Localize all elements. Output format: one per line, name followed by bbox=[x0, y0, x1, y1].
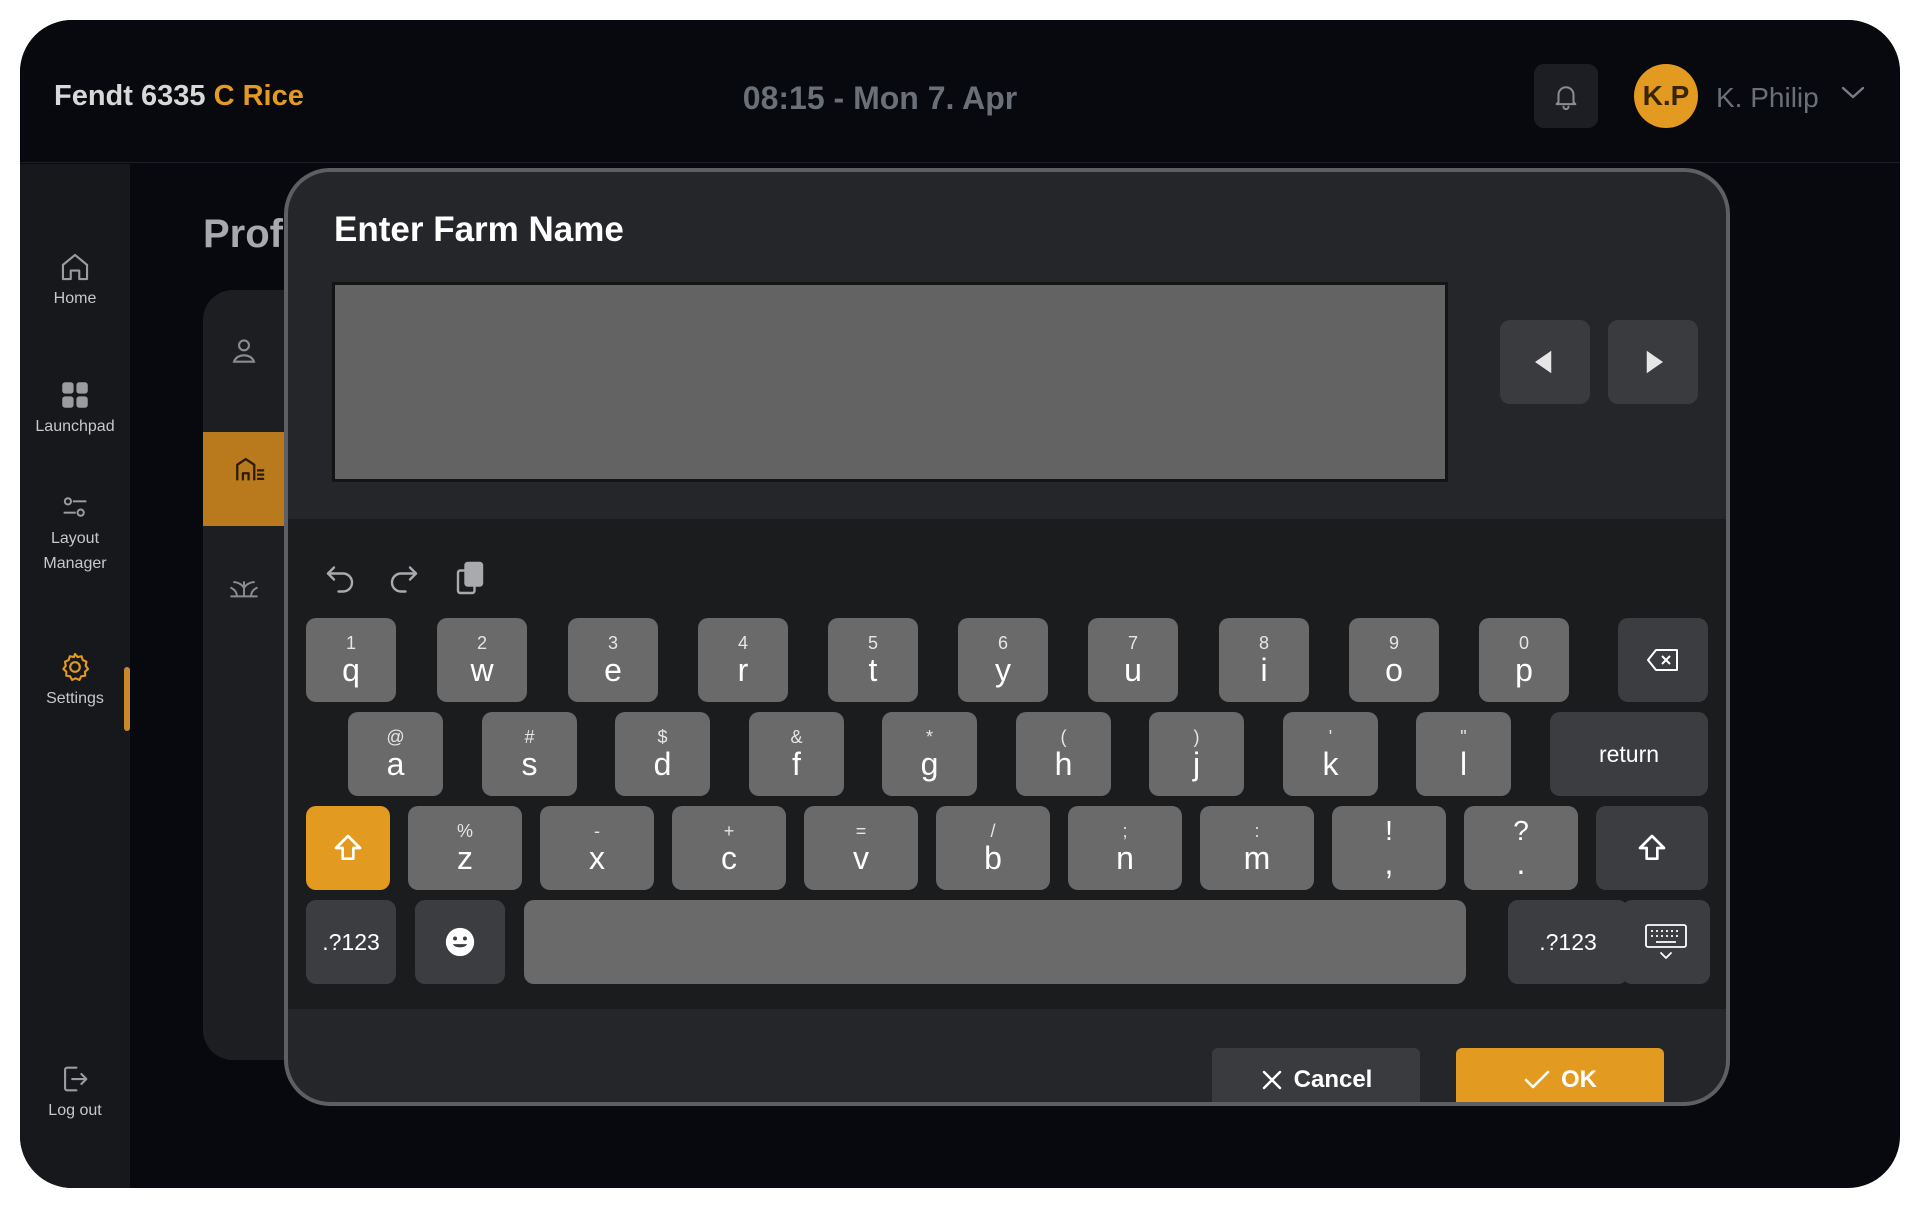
cancel-label: Cancel bbox=[1293, 1066, 1373, 1093]
farm-name-dialog: Enter Farm Name 1q 2w 3e 4r 5t 6y 7u 8i … bbox=[284, 168, 1730, 1106]
user-icon bbox=[232, 339, 256, 363]
gear-icon bbox=[62, 652, 90, 681]
shift-icon bbox=[1638, 834, 1666, 860]
sidebar-item-home[interactable]: Home bbox=[20, 250, 130, 311]
sliders-icon bbox=[63, 497, 87, 517]
key-k[interactable]: ' k bbox=[1283, 712, 1378, 796]
smiley-icon bbox=[445, 927, 475, 957]
key-g[interactable]: * g bbox=[882, 712, 977, 796]
sidebar-item-label: Layout Manager bbox=[43, 530, 107, 572]
key-p[interactable]: 0p bbox=[1479, 618, 1569, 702]
return-key[interactable]: return bbox=[1550, 712, 1708, 796]
keyboard-hide-icon bbox=[1645, 924, 1687, 959]
page-title: Prof bbox=[203, 212, 283, 256]
key-c[interactable]: + c bbox=[672, 806, 786, 890]
datetime-display: 08:15 - Mon 7. Apr bbox=[742, 80, 1018, 116]
space-key[interactable] bbox=[524, 900, 1466, 984]
key-a[interactable]: @ a bbox=[348, 712, 443, 796]
key-h[interactable]: (h bbox=[1016, 712, 1111, 796]
top-bar: Fendt 6335 C Rice 08:15 - Mon 7. Apr K.P… bbox=[20, 20, 1900, 163]
user-name[interactable]: K. Philip bbox=[1716, 82, 1819, 114]
key-r[interactable]: 4r bbox=[698, 618, 788, 702]
key-s[interactable]: # s bbox=[482, 712, 577, 796]
grid-icon bbox=[62, 382, 88, 408]
shift-key-left[interactable] bbox=[306, 806, 390, 890]
key-j[interactable]: ) j bbox=[1149, 712, 1244, 796]
sidebar-item-settings[interactable]: Settings bbox=[20, 650, 130, 711]
key-u[interactable]: 7u bbox=[1088, 618, 1178, 702]
key-z[interactable]: % z bbox=[408, 806, 522, 890]
triangle-left-icon bbox=[1535, 350, 1552, 374]
notifications-button[interactable] bbox=[1534, 64, 1598, 128]
key-v[interactable]: = v bbox=[804, 806, 918, 890]
sidebar: Home Launchpad Layout Manager Settings L… bbox=[20, 164, 130, 1188]
cancel-button[interactable]: Cancel bbox=[1212, 1048, 1420, 1102]
key-e[interactable]: 3e bbox=[568, 618, 658, 702]
backspace-icon bbox=[1647, 649, 1678, 671]
backspace-key[interactable] bbox=[1618, 618, 1708, 702]
farm-name-input[interactable] bbox=[332, 282, 1448, 482]
symbols-key-left[interactable]: .?123 bbox=[306, 900, 396, 984]
key-f[interactable]: & f bbox=[749, 712, 844, 796]
key-d[interactable]: $ d bbox=[615, 712, 710, 796]
close-icon bbox=[1262, 1070, 1281, 1090]
sidebar-item-label: Launchpad bbox=[35, 418, 115, 435]
sidebar-item-layout-manager[interactable]: Layout Manager bbox=[20, 490, 130, 576]
key-comma[interactable]: !, bbox=[1332, 806, 1446, 890]
cursor-right-button[interactable] bbox=[1608, 320, 1698, 404]
sidebar-item-logout[interactable]: Log out bbox=[20, 1062, 130, 1123]
dialog-title: Enter Farm Name bbox=[334, 210, 624, 249]
symbols-key-right[interactable]: .?123 bbox=[1508, 900, 1628, 984]
home-icon bbox=[61, 253, 89, 281]
bell-icon bbox=[1555, 86, 1577, 111]
undo-icon[interactable] bbox=[322, 560, 358, 596]
active-indicator bbox=[124, 667, 130, 731]
key-l[interactable]: " l bbox=[1416, 712, 1511, 796]
triangle-right-icon bbox=[1646, 350, 1663, 374]
ok-button[interactable]: OK bbox=[1456, 1048, 1664, 1102]
crop-icon bbox=[230, 581, 258, 598]
key-o[interactable]: 9o bbox=[1349, 618, 1439, 702]
key-w[interactable]: 2w bbox=[437, 618, 527, 702]
redo-icon[interactable] bbox=[386, 560, 422, 596]
emoji-key[interactable] bbox=[415, 900, 505, 984]
key-t[interactable]: 5t bbox=[828, 618, 918, 702]
key-q[interactable]: 1q bbox=[306, 618, 396, 702]
farm-icon bbox=[236, 457, 265, 481]
hide-keyboard-key[interactable] bbox=[1622, 900, 1710, 984]
device-frame: Fendt 6335 C Rice 08:15 - Mon 7. Apr K.P… bbox=[20, 20, 1900, 1188]
chevron-down-icon[interactable] bbox=[1840, 84, 1866, 102]
avatar[interactable]: K.P bbox=[1634, 64, 1698, 128]
key-m[interactable]: :m bbox=[1200, 806, 1314, 890]
shift-key-right[interactable] bbox=[1596, 806, 1708, 890]
key-y[interactable]: 6y bbox=[958, 618, 1048, 702]
clipboard-icon[interactable] bbox=[452, 560, 488, 596]
shift-icon bbox=[334, 834, 362, 860]
key-b[interactable]: / b bbox=[936, 806, 1050, 890]
ok-label: OK bbox=[1561, 1066, 1597, 1093]
sidebar-item-label: Home bbox=[53, 290, 97, 307]
key-i[interactable]: 8i bbox=[1219, 618, 1309, 702]
cursor-left-button[interactable] bbox=[1500, 320, 1590, 404]
sidebar-item-launchpad[interactable]: Launchpad bbox=[20, 378, 130, 439]
check-icon bbox=[1524, 1070, 1550, 1089]
key-period[interactable]: ?. bbox=[1464, 806, 1578, 890]
sidebar-item-label: Log out bbox=[48, 1102, 102, 1119]
key-x[interactable]: -x bbox=[540, 806, 654, 890]
sidebar-item-label: Settings bbox=[46, 690, 104, 707]
logout-icon bbox=[64, 1066, 88, 1092]
key-n[interactable]: ; n bbox=[1068, 806, 1182, 890]
